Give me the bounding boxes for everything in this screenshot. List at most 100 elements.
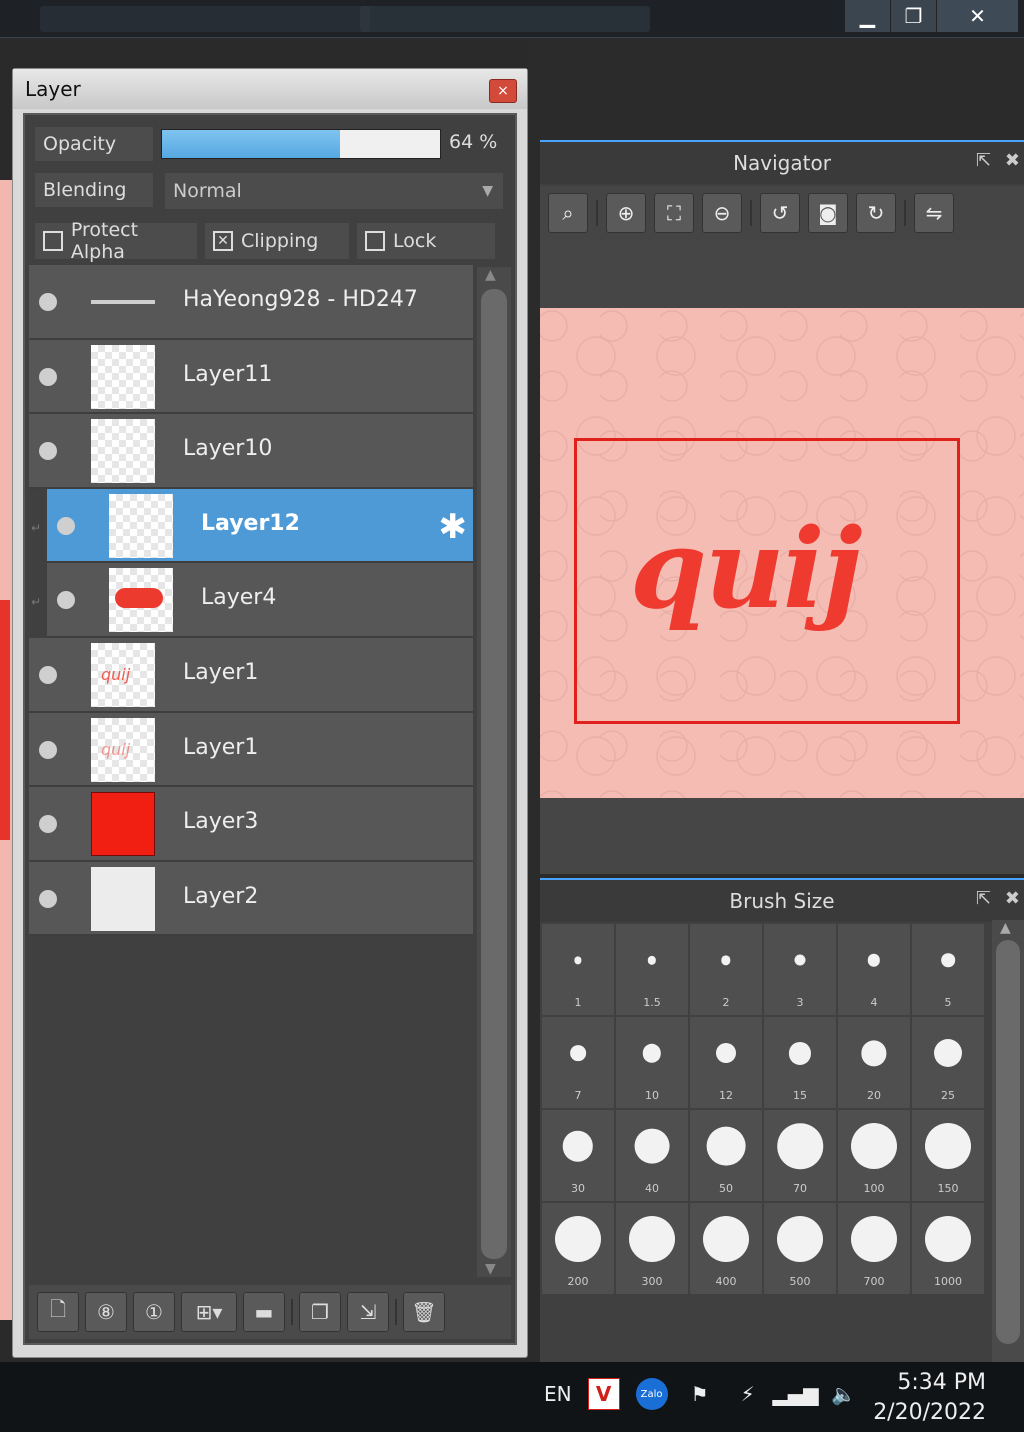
brush-scrollbar[interactable]: ▲: [992, 920, 1024, 1370]
layer-scrollbar[interactable]: ▲ ▼: [477, 267, 511, 1277]
layer-close-button[interactable]: ×: [489, 79, 517, 103]
new-8bit-layer-icon[interactable]: ⑧: [85, 1292, 127, 1332]
layer-row[interactable]: Layer10: [29, 414, 473, 489]
merge-layer-icon[interactable]: ⇲: [347, 1292, 389, 1332]
protect-alpha-checkbox[interactable]: Protect Alpha: [35, 219, 197, 263]
brush-size-option[interactable]: 5: [912, 924, 984, 1015]
brush-size-option[interactable]: 3: [764, 924, 836, 1015]
detach-icon[interactable]: ⇱: [976, 150, 991, 171]
visibility-icon[interactable]: [39, 293, 57, 311]
volume-icon[interactable]: 🔈: [828, 1378, 860, 1410]
brush-size-option[interactable]: 20: [838, 1017, 910, 1108]
brush-size-option[interactable]: 4: [838, 924, 910, 1015]
zoom-fit-icon[interactable]: ⌕: [548, 193, 588, 233]
network-icon[interactable]: ▂▄▆: [773, 1378, 819, 1410]
layer-row-selected[interactable]: ↵ Layer12 ✱: [31, 488, 473, 564]
brush-size-option[interactable]: 1.5: [616, 924, 688, 1015]
brush-size-option[interactable]: 150: [912, 1110, 984, 1201]
visibility-icon[interactable]: [39, 889, 57, 908]
brush-size-option[interactable]: 100: [838, 1110, 910, 1201]
brush-size-option[interactable]: 7: [542, 1017, 614, 1108]
scrollbar-thumb[interactable]: [996, 940, 1020, 1344]
visibility-icon[interactable]: [57, 516, 75, 535]
brush-size-option[interactable]: 1: [542, 924, 614, 1015]
duplicate-layer-icon[interactable]: ❐: [299, 1292, 341, 1332]
zoom-in-icon[interactable]: ⊕: [606, 193, 646, 233]
scroll-up-icon[interactable]: ▲: [485, 267, 496, 283]
brush-size-option[interactable]: 50: [690, 1110, 762, 1201]
navigator-preview[interactable]: quij: [540, 308, 1024, 798]
layer-row[interactable]: Layer3: [29, 787, 473, 862]
layer-row[interactable]: quij Layer1: [29, 637, 473, 713]
visibility-icon[interactable]: [57, 591, 75, 610]
layer-thumbnail: quij: [91, 642, 155, 707]
close-button[interactable]: ✕: [936, 0, 1018, 32]
clock[interactable]: 5:34 PM 2/20/2022: [873, 1368, 986, 1428]
layer-row[interactable]: HaYeong928 - HD247: [29, 265, 473, 340]
language-indicator[interactable]: EN: [544, 1382, 572, 1406]
brush-size-label: 12: [719, 1089, 733, 1102]
brush-size-option[interactable]: 40: [616, 1110, 688, 1201]
minimize-button[interactable]: ▁: [844, 0, 890, 32]
scroll-down-icon[interactable]: ▼: [485, 1261, 496, 1277]
brush-size-option[interactable]: 400: [690, 1203, 762, 1294]
rotate-left-icon[interactable]: ↺: [760, 193, 800, 233]
close-icon[interactable]: ✖: [1005, 150, 1020, 171]
antivirus-icon[interactable]: V: [587, 1378, 620, 1410]
brush-size-option[interactable]: 200: [542, 1203, 614, 1294]
brush-dot-icon: [777, 1216, 823, 1263]
system-taskbar: EN V Zalo ⚑ ⚡ ▂▄▆ 🔈 5:34 PM 2/20/2022: [0, 1362, 1024, 1432]
flip-horizontal-icon[interactable]: ⇋: [914, 193, 954, 233]
detach-icon[interactable]: ⇱: [976, 888, 991, 909]
taskbar-tab[interactable]: [360, 6, 650, 32]
flag-icon[interactable]: ⚑: [684, 1378, 716, 1410]
brush-size-option[interactable]: 2: [690, 924, 762, 1015]
brush-size-option[interactable]: 30: [542, 1110, 614, 1201]
visibility-icon[interactable]: [39, 367, 57, 386]
visibility-icon[interactable]: [39, 740, 57, 759]
fit-window-icon[interactable]: ⛶: [654, 193, 694, 233]
brush-size-option[interactable]: 70: [764, 1110, 836, 1201]
brush-size-option[interactable]: 25: [912, 1017, 984, 1108]
messenger-icon[interactable]: Zalo: [635, 1378, 668, 1410]
lock-checkbox[interactable]: Lock: [357, 223, 495, 259]
brush-size-option[interactable]: 300: [616, 1203, 688, 1294]
trash-icon[interactable]: 🗑: [403, 1292, 445, 1332]
layer-row[interactable]: Layer2: [29, 861, 473, 937]
brush-size-option[interactable]: 700: [838, 1203, 910, 1294]
rotate-right-icon[interactable]: ↻: [856, 193, 896, 233]
brush-size-option[interactable]: 12: [690, 1017, 762, 1108]
layer-window-title[interactable]: Layer: [13, 69, 527, 109]
visibility-icon[interactable]: [39, 665, 57, 684]
visibility-icon[interactable]: [39, 442, 57, 461]
layer-row[interactable]: Layer11: [29, 339, 473, 415]
taskbar-tab[interactable]: [40, 6, 370, 32]
close-icon[interactable]: ✖: [1005, 888, 1020, 909]
layer-thumbnail: [91, 792, 155, 857]
layer-window: Layer × Opacity 64 % Blending Normal ▼ P…: [12, 68, 528, 1358]
folder-icon[interactable]: ▬: [243, 1292, 285, 1332]
scroll-up-icon[interactable]: ▲: [1000, 920, 1011, 936]
clip-indicator-icon: ↵: [31, 595, 42, 610]
reset-view-icon[interactable]: ◙: [808, 193, 848, 233]
gear-icon[interactable]: ✱: [439, 507, 468, 547]
visibility-icon[interactable]: [39, 815, 57, 834]
restore-button[interactable]: ❐: [890, 0, 936, 32]
new-1bit-layer-icon[interactable]: ①: [133, 1292, 175, 1332]
layer-name: Layer4: [201, 585, 277, 611]
layer-row[interactable]: ↵ Layer4: [31, 563, 473, 638]
clipping-checkbox[interactable]: ✕ Clipping: [205, 223, 349, 259]
zoom-out-icon[interactable]: ⊖: [702, 193, 742, 233]
layer-row[interactable]: quij Layer1: [29, 712, 473, 788]
add-layer-menu-icon[interactable]: ⊞▾: [181, 1292, 237, 1332]
brush-size-option[interactable]: 15: [764, 1017, 836, 1108]
scrollbar-thumb[interactable]: [481, 289, 507, 1259]
power-icon[interactable]: ⚡: [732, 1378, 764, 1410]
navigator-view[interactable]: quij: [540, 240, 1024, 874]
brush-size-option[interactable]: 1000: [912, 1203, 984, 1294]
blending-select[interactable]: Normal ▼: [165, 173, 503, 209]
new-layer-icon[interactable]: 🗋: [37, 1292, 79, 1332]
brush-size-option[interactable]: 500: [764, 1203, 836, 1294]
opacity-slider[interactable]: [161, 129, 441, 159]
brush-size-option[interactable]: 10: [616, 1017, 688, 1108]
